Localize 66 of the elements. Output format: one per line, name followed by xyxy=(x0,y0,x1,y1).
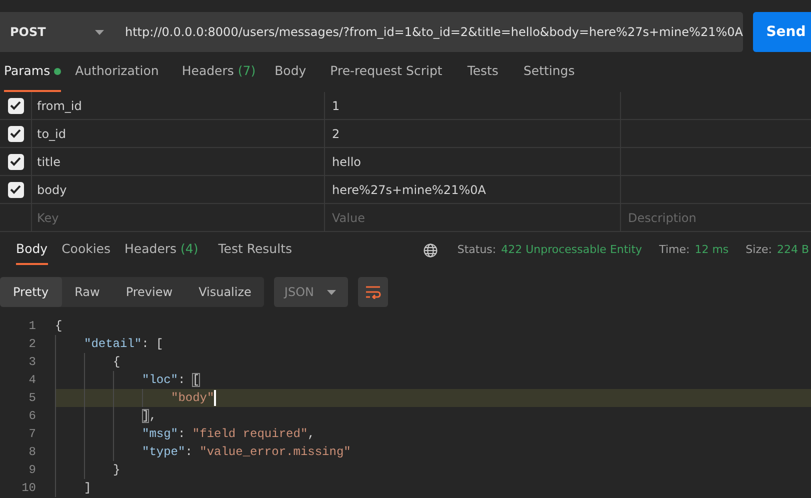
request-tab[interactable]: Params xyxy=(4,52,62,92)
line-number: 5 xyxy=(28,390,36,407)
caret-icon xyxy=(327,290,336,294)
view-mode-tab[interactable]: Raw xyxy=(62,277,113,307)
view-mode-tab[interactable]: Preview xyxy=(112,277,186,307)
status-label: Status: xyxy=(457,242,496,258)
checkbox[interactable] xyxy=(8,98,24,114)
send-button[interactable]: Send xyxy=(752,12,811,52)
param-value: hello xyxy=(332,154,361,170)
method-label: POST xyxy=(10,24,46,41)
wrap-lines-button[interactable] xyxy=(358,277,388,307)
line-number: 4 xyxy=(28,372,36,389)
code-line: ], xyxy=(142,408,156,425)
response-tab[interactable]: Test Results xyxy=(218,235,292,265)
code-line: } xyxy=(113,462,120,479)
wrap-icon xyxy=(365,285,382,299)
param-value: here%27s+mine%21%0A xyxy=(332,182,486,198)
line-number: 9 xyxy=(28,462,36,479)
code-line: "body" xyxy=(171,390,214,407)
request-tab[interactable]: Authorization xyxy=(75,52,159,92)
view-mode-tab[interactable]: Visualize xyxy=(186,277,264,307)
status-dot xyxy=(54,68,62,74)
view-mode-tab[interactable]: Pretty xyxy=(0,277,62,307)
code-line: "msg": "field required", xyxy=(142,426,315,443)
line-number: 8 xyxy=(28,444,36,461)
key-input[interactable]: Key xyxy=(37,208,324,226)
param-value: 1 xyxy=(332,98,340,114)
param-key: body xyxy=(37,180,67,198)
param-value: 2 xyxy=(332,126,340,142)
param-key: to_id xyxy=(37,124,66,142)
caret-icon xyxy=(95,30,104,34)
line-number: 10 xyxy=(20,480,36,497)
code-line: "detail": [ xyxy=(84,336,164,353)
checkbox[interactable] xyxy=(8,154,24,170)
checkbox[interactable] xyxy=(8,182,24,198)
line-number: 1 xyxy=(28,318,36,335)
request-tab[interactable]: Headers (7) xyxy=(182,52,256,92)
size: 224 B xyxy=(776,242,809,258)
line-number: 2 xyxy=(28,336,36,353)
url-input[interactable]: http://0.0.0.0:8000/users/messages/?from_id=1&to_id=2&title=hello&body=here%27s+mine%21%0A xyxy=(112,23,743,41)
value-input[interactable]: Value xyxy=(332,208,620,226)
param-key: from_id xyxy=(37,96,82,114)
request-tab[interactable]: Settings xyxy=(523,52,575,92)
line-number: 3 xyxy=(28,354,36,371)
globe-icon[interactable] xyxy=(423,242,438,258)
code-line: "loc": [ xyxy=(142,372,200,389)
response-tab[interactable]: Headers (4) xyxy=(124,235,198,265)
status: 422 Unprocessable Entity xyxy=(501,242,642,258)
time: 12 ms xyxy=(694,242,729,258)
time-label: Time: xyxy=(659,242,690,258)
method-dropdown[interactable]: POST xyxy=(0,12,112,52)
code-line: "type": "value_error.missing" xyxy=(142,444,351,461)
request-tab[interactable]: Tests xyxy=(467,52,498,92)
response-tab[interactable]: Body xyxy=(16,235,48,265)
param-key: title xyxy=(37,152,60,170)
request-tab[interactable]: Body xyxy=(274,52,306,92)
code-line: { xyxy=(55,318,62,335)
line-number: 7 xyxy=(28,426,36,443)
code-line: { xyxy=(113,354,120,371)
response-tab[interactable]: Cookies xyxy=(62,235,111,265)
size-label: Size: xyxy=(746,242,772,258)
request-tab[interactable]: Pre-request Script xyxy=(330,52,442,92)
checkbox[interactable] xyxy=(8,126,24,142)
code-line: ] xyxy=(84,480,92,497)
description-input[interactable]: Description xyxy=(628,208,811,226)
line-number: 6 xyxy=(28,408,36,425)
